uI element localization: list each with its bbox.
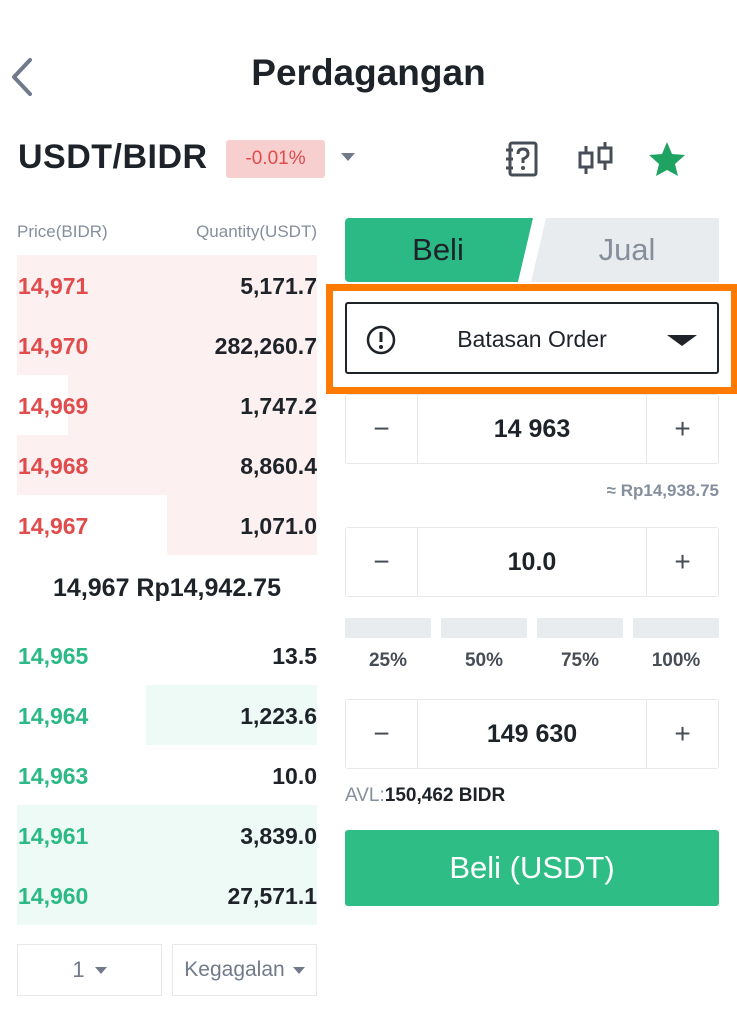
percentage-slider[interactable] [345, 618, 719, 638]
amount-stepper: − 10.0 + [345, 527, 719, 597]
view-select[interactable]: Kegagalan [172, 944, 317, 996]
pair-bar: USDT/BIDR -0.01% [0, 138, 737, 182]
orderbook-footer: 1 Kegagalan [17, 944, 317, 996]
depth-select-value: 1 [72, 957, 85, 982]
order-type-label: Batasan Order [457, 326, 607, 352]
info-icon[interactable] [365, 324, 397, 356]
ask-price: 14,968 [18, 453, 89, 479]
pair-dropdown-caret-icon[interactable] [341, 153, 355, 161]
ask-quantity: 282,260.7 [214, 333, 317, 359]
pair-name[interactable]: USDT/BIDR [18, 138, 208, 177]
avl-label: AVL: [345, 785, 385, 806]
price-input[interactable]: 14 963 [418, 395, 646, 463]
bid-quantity: 10.0 [272, 763, 317, 789]
ask-row[interactable]: 14,971 5,171.7 [17, 255, 317, 315]
bid-quantity: 27,571.1 [227, 883, 317, 909]
bid-row[interactable]: 14,964 1,223.6 [17, 685, 317, 745]
price-approx: ≈ Rp14,938.75 [606, 481, 719, 500]
mid-price[interactable]: 14,967 Rp14,942.75 [17, 574, 317, 603]
ask-row[interactable]: 14,970 282,260.7 [17, 315, 317, 375]
view-select-value: Kegagalan [184, 958, 285, 981]
ask-price: 14,970 [18, 333, 89, 359]
candlestick-chart-icon[interactable] [576, 140, 616, 178]
chevron-down-icon [94, 966, 107, 974]
percent-bar-50[interactable] [441, 618, 527, 638]
quantity-column-header: Quantity(USDT) [196, 222, 317, 241]
percent-bar-75[interactable] [537, 618, 623, 638]
avl-value: 150,462 BIDR [384, 785, 506, 806]
total-increment-button[interactable]: + [646, 700, 718, 768]
tab-buy-label[interactable]: Beli [345, 218, 531, 282]
bid-price: 14,961 [18, 823, 89, 849]
bid-list: 14,965 13.5 14,964 1,223.6 14,963 10.0 14,961 3… [17, 625, 317, 925]
buy-button[interactable]: Beli (USDT) [345, 830, 719, 906]
ask-price: 14,969 [18, 393, 89, 419]
amount-increment-button[interactable]: + [646, 528, 718, 596]
price-stepper: − 14 963 + [345, 394, 719, 464]
header: Perdagangan [0, 0, 737, 150]
percent-bar-100[interactable] [633, 618, 719, 638]
bid-quantity: 13.5 [272, 643, 317, 669]
bid-quantity: 1,223.6 [240, 703, 317, 729]
amount-input[interactable]: 10.0 [418, 528, 646, 596]
bid-row[interactable]: 14,961 3,839.0 [17, 805, 317, 865]
ask-list: 14,971 5,171.7 14,970 282,260.7 14,969 1,747.… [17, 255, 317, 555]
bid-row[interactable]: 14,965 13.5 [17, 625, 317, 685]
ask-price: 14,967 [18, 513, 89, 539]
ask-quantity: 1,071.0 [240, 513, 317, 539]
percent-label-50[interactable]: 50% [441, 650, 527, 672]
orderbook-header: Price(BIDR) Quantity(USDT) [17, 222, 317, 246]
bid-row[interactable]: 14,963 10.0 [17, 745, 317, 805]
tab-sell-label[interactable]: Jual [535, 218, 719, 282]
available-balance: AVL:150,462 BIDR [345, 785, 505, 807]
price-column-header: Price(BIDR) [17, 222, 108, 241]
ask-row[interactable]: 14,967 1,071.0 [17, 495, 317, 555]
amount-decrement-button[interactable]: − [346, 528, 418, 596]
ask-quantity: 1,747.2 [240, 393, 317, 419]
bid-row[interactable]: 14,960 27,571.1 [17, 865, 317, 925]
percent-label-75[interactable]: 75% [537, 650, 623, 672]
order-type-select[interactable]: Batasan Order [345, 302, 719, 374]
ask-row[interactable]: 14,968 8,860.4 [17, 435, 317, 495]
bid-price: 14,963 [18, 763, 89, 789]
chevron-down-icon [292, 966, 305, 974]
bid-quantity: 3,839.0 [240, 823, 317, 849]
price-decrement-button[interactable]: − [346, 395, 418, 463]
price-increment-button[interactable]: + [646, 395, 718, 463]
ask-price: 14,971 [18, 273, 89, 299]
percentage-labels: 25% 50% 75% 100% [345, 650, 719, 676]
side-tabs: Beli Jual [345, 218, 719, 282]
bid-price: 14,965 [18, 643, 89, 669]
total-stepper: − 149 630 + [345, 699, 719, 769]
ask-row[interactable]: 14,969 1,747.2 [17, 375, 317, 435]
percent-label-100[interactable]: 100% [633, 650, 719, 672]
depth-select[interactable]: 1 [17, 944, 162, 996]
ask-quantity: 5,171.7 [240, 273, 317, 299]
caret-down-icon [667, 335, 697, 346]
help-icon[interactable] [505, 140, 541, 178]
percent-bar-25[interactable] [345, 618, 431, 638]
ask-quantity: 8,860.4 [240, 453, 317, 479]
favorite-star-icon[interactable] [647, 140, 687, 178]
bid-price: 14,964 [18, 703, 89, 729]
change-badge: -0.01% [226, 140, 325, 178]
page-title: Perdagangan [251, 52, 486, 93]
total-decrement-button[interactable]: − [346, 700, 418, 768]
total-input[interactable]: 149 630 [418, 700, 646, 768]
percent-label-25[interactable]: 25% [345, 650, 431, 672]
bid-price: 14,960 [18, 883, 89, 909]
order-form: Beli Jual [345, 218, 719, 282]
